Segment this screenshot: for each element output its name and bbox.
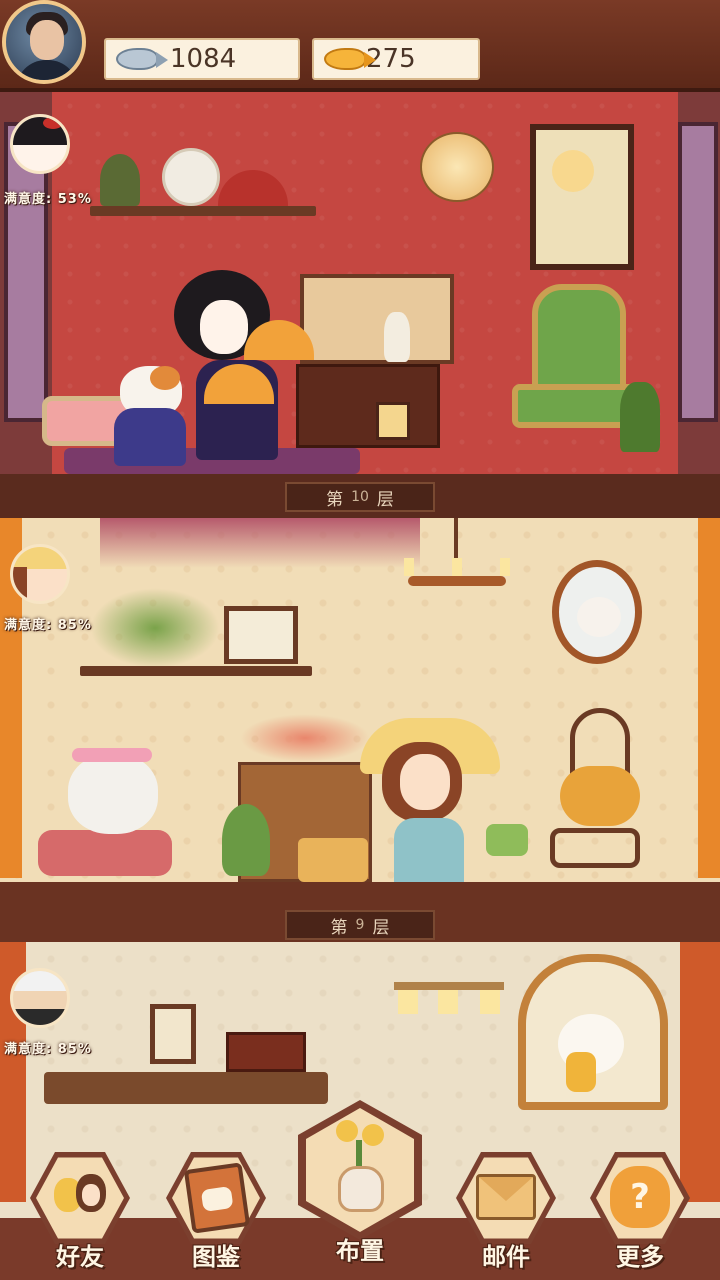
floor-9-guest-avatar[interactable]	[10, 544, 70, 604]
top-bar: 1084 275	[0, 0, 720, 92]
bamboo-plant	[100, 154, 140, 206]
white-cat-flower-crown[interactable]	[68, 748, 158, 834]
floor-10-label: 第 10 层	[285, 482, 435, 512]
hanging-ivy	[90, 588, 220, 668]
book-icon	[183, 1162, 251, 1234]
rocking-chair[interactable]	[540, 708, 650, 878]
decorate-label: 布置	[336, 1237, 384, 1265]
player-avatar[interactable]	[2, 0, 86, 84]
floor-10-room[interactable]: 第 10 层 满意度: 53%	[0, 92, 720, 518]
right-curtain	[698, 518, 720, 878]
floor-9-satisfaction: 满意度: 85%	[4, 618, 92, 633]
vase-flower	[384, 312, 410, 362]
knit-cushion	[38, 830, 172, 876]
flower-vase-icon	[332, 1120, 388, 1216]
paper-lantern	[420, 132, 494, 202]
fish-currency[interactable]: 1084	[104, 38, 300, 80]
calico-cat[interactable]	[110, 366, 190, 466]
silver-fish-icon	[112, 42, 168, 76]
envelope-icon	[476, 1174, 536, 1220]
decorative-plate	[162, 148, 220, 206]
floor-10-satisfaction: 满意度: 53%	[4, 192, 92, 207]
cat-portrait-mirror[interactable]	[552, 560, 642, 664]
mail-button[interactable]: 邮件	[450, 1148, 562, 1272]
question-cat-icon: ?	[610, 1166, 670, 1228]
wooden-altar-shelf	[44, 1072, 328, 1104]
floor-8-satisfaction: 满意度: 85%	[4, 1042, 92, 1057]
gold-fish-currency[interactable]: 275	[312, 38, 480, 80]
framed-picture	[224, 606, 298, 664]
floor-9-room[interactable]: 第9层 满意度: 85%	[0, 518, 720, 942]
potted-palm	[620, 382, 660, 452]
wooden-cabinet	[296, 364, 440, 448]
friends-button[interactable]: 好友	[24, 1148, 136, 1272]
angel-cat-portrait[interactable]	[518, 954, 668, 1110]
flower-basket	[298, 838, 368, 882]
friends-label: 好友	[56, 1243, 104, 1271]
friends-icon	[54, 1170, 106, 1226]
ceiling-garland	[100, 518, 420, 568]
gold-fish-icon	[320, 42, 376, 76]
small-portrait-frame	[150, 1004, 196, 1064]
collection-label: 图鉴	[192, 1243, 240, 1271]
wall-sconce-lamp	[394, 962, 504, 1022]
floor-10-guest-avatar[interactable]	[10, 114, 70, 174]
gardener-girl-character[interactable]	[360, 718, 500, 898]
more-button[interactable]: ? 更多	[584, 1148, 696, 1272]
chandelier	[400, 518, 514, 618]
mail-label: 邮件	[482, 1243, 530, 1271]
watering-can	[486, 824, 528, 856]
decorate-button[interactable]: 布置	[298, 1100, 422, 1278]
fish-count: 1084	[170, 44, 237, 74]
red-chest	[226, 1032, 306, 1072]
collection-button[interactable]: 图鉴	[160, 1148, 272, 1272]
floor-lamp	[376, 402, 410, 440]
folding-screen	[300, 274, 454, 364]
flower-pots	[240, 714, 370, 762]
more-label: 更多	[616, 1243, 664, 1271]
potted-lily	[222, 804, 270, 876]
floor-8-guest-avatar[interactable]	[10, 968, 70, 1028]
floor-9-label: 第9层	[285, 910, 435, 940]
wall-shelf	[90, 206, 316, 216]
moon-painting[interactable]	[530, 124, 634, 270]
